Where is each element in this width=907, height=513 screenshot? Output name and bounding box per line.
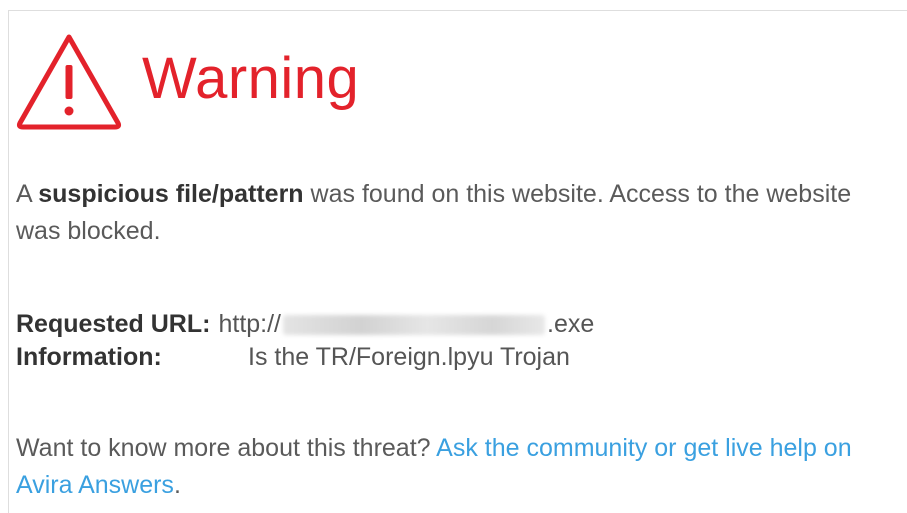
requested-url-label: Requested URL: [16,310,211,338]
more-question: Want to know more about this threat? [16,434,437,462]
url-prefix: http:// [218,310,282,338]
url-row: Requested URL: http:// .exe [16,308,594,341]
warning-header: Warning [14,26,359,136]
warning-triangle-icon [16,34,122,130]
message-prefix: A [16,180,39,208]
warning-title: Warning [142,46,360,111]
information-value: Is the TR/Foreign.lpyu Trojan [248,343,570,371]
threat-details: Requested URL: http:// .exe Information:… [16,308,594,374]
url-suffix: .exe [547,310,595,338]
redacted-url-segment [283,314,546,335]
message-bold: suspicious file/pattern [38,180,304,208]
information-label: Information: [16,343,162,371]
requested-url-value: http:// .exe [218,308,594,341]
info-row: Information: Is the TR/Foreign.lpyu Troj… [16,341,594,374]
more-info: Want to know more about this threat? Ask… [16,430,896,504]
blocked-message: A suspicious file/pattern was found on t… [16,176,896,250]
more-end: . [173,471,181,499]
